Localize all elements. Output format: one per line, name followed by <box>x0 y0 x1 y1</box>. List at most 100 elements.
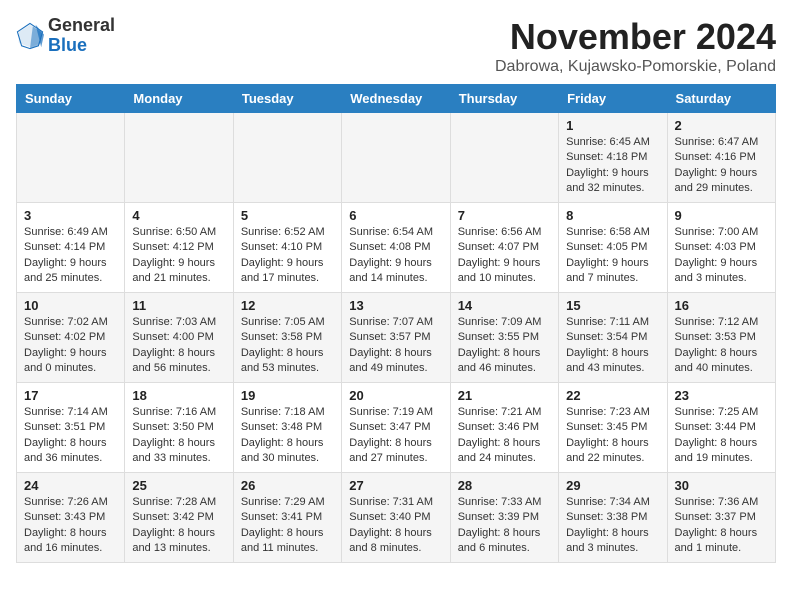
day-number: 9 <box>675 208 768 223</box>
day-info: Sunrise: 7:21 AM Sunset: 3:46 PM Dayligh… <box>458 405 551 467</box>
day-info: Sunrise: 7:00 AM Sunset: 4:03 PM Dayligh… <box>675 225 768 287</box>
calendar-cell: 18Sunrise: 7:16 AM Sunset: 3:50 PM Dayli… <box>125 383 233 473</box>
day-info: Sunrise: 7:25 AM Sunset: 3:44 PM Dayligh… <box>675 405 768 467</box>
day-number: 24 <box>24 478 117 493</box>
calendar-cell: 1 Sunrise: 6:45 AM Sunset: 4:18 PM Daylig… <box>559 113 667 203</box>
calendar-cell: 26Sunrise: 7:29 AM Sunset: 3:41 PM Dayli… <box>233 473 341 563</box>
calendar-cell: 17 Sunrise: 7:14 AM Sunset: 3:51 PM Dayli… <box>17 383 125 473</box>
day-number: 26 <box>241 478 334 493</box>
day-number: 17 <box>24 388 117 403</box>
calendar-cell: 4 Sunrise: 6:50 AM Sunset: 4:12 PM Daylig… <box>125 203 233 293</box>
calendar-cell: 30 Sunrise: 7:36 AM Sunset: 3:37 PM Dayli… <box>667 473 775 563</box>
day-info: Sunrise: 6:52 AM Sunset: 4:10 PM Dayligh… <box>241 225 334 287</box>
day-info: Sunrise: 7:16 AM Sunset: 3:50 PM Dayligh… <box>132 405 225 467</box>
day-number: 10 <box>24 298 117 313</box>
calendar-cell: 14Sunrise: 7:09 AM Sunset: 3:55 PM Dayli… <box>450 293 558 383</box>
calendar-cell: 6Sunrise: 6:54 AM Sunset: 4:08 PM Daylig… <box>342 203 450 293</box>
logo-blue: Blue <box>48 35 87 55</box>
day-number: 5 <box>241 208 334 223</box>
day-number: 8 <box>566 208 659 223</box>
day-info: Sunrise: 7:26 AM Sunset: 3:43 PM Dayligh… <box>24 495 117 557</box>
calendar-cell: 12 Sunrise: 7:05 AM Sunset: 3:58 PM Dayli… <box>233 293 341 383</box>
calendar-body: 1 Sunrise: 6:45 AM Sunset: 4:18 PM Daylig… <box>17 113 776 563</box>
logo-text: General Blue <box>48 16 115 56</box>
calendar-cell: 9 Sunrise: 7:00 AM Sunset: 4:03 PM Daylig… <box>667 203 775 293</box>
day-info: Sunrise: 7:05 AM Sunset: 3:58 PM Dayligh… <box>241 315 334 377</box>
day-info: Sunrise: 7:31 AM Sunset: 3:40 PM Dayligh… <box>349 495 442 557</box>
weekday-header-cell: Sunday <box>17 85 125 113</box>
day-number: 3 <box>24 208 117 223</box>
day-info: Sunrise: 6:49 AM Sunset: 4:14 PM Dayligh… <box>24 225 117 287</box>
day-number: 4 <box>132 208 225 223</box>
day-info: Sunrise: 7:18 AM Sunset: 3:48 PM Dayligh… <box>241 405 334 467</box>
day-info: Sunrise: 6:47 AM Sunset: 4:16 PM Dayligh… <box>675 135 768 197</box>
calendar-cell: 13Sunrise: 7:07 AM Sunset: 3:57 PM Dayli… <box>342 293 450 383</box>
day-number: 19 <box>241 388 334 403</box>
day-number: 27 <box>349 478 442 493</box>
calendar-cell <box>450 113 558 203</box>
day-number: 29 <box>566 478 659 493</box>
calendar-cell: 28 Sunrise: 7:33 AM Sunset: 3:39 PM Dayli… <box>450 473 558 563</box>
calendar-cell: 3 Sunrise: 6:49 AM Sunset: 4:14 PM Daylig… <box>17 203 125 293</box>
calendar-cell: 29 Sunrise: 7:34 AM Sunset: 3:38 PM Dayli… <box>559 473 667 563</box>
calendar-cell <box>125 113 233 203</box>
calendar-cell: 27 Sunrise: 7:31 AM Sunset: 3:40 PM Dayli… <box>342 473 450 563</box>
day-info: Sunrise: 6:45 AM Sunset: 4:18 PM Dayligh… <box>566 135 659 197</box>
calendar-cell: 21 Sunrise: 7:21 AM Sunset: 3:46 PM Dayli… <box>450 383 558 473</box>
calendar-week-row: 24 Sunrise: 7:26 AM Sunset: 3:43 PM Dayli… <box>17 473 776 563</box>
day-info: Sunrise: 7:34 AM Sunset: 3:38 PM Dayligh… <box>566 495 659 557</box>
calendar-cell: 23Sunrise: 7:25 AM Sunset: 3:44 PM Dayli… <box>667 383 775 473</box>
weekday-header-cell: Monday <box>125 85 233 113</box>
calendar-cell: 2 Sunrise: 6:47 AM Sunset: 4:16 PM Daylig… <box>667 113 775 203</box>
calendar-cell <box>233 113 341 203</box>
calendar-cell: 20 Sunrise: 7:19 AM Sunset: 3:47 PM Dayli… <box>342 383 450 473</box>
day-number: 28 <box>458 478 551 493</box>
day-number: 21 <box>458 388 551 403</box>
header-area: General Blue November 2024 Dabrowa, Kuja… <box>16 16 776 76</box>
day-number: 22 <box>566 388 659 403</box>
calendar-cell: 25Sunrise: 7:28 AM Sunset: 3:42 PM Dayli… <box>125 473 233 563</box>
day-info: Sunrise: 6:50 AM Sunset: 4:12 PM Dayligh… <box>132 225 225 287</box>
weekday-header-cell: Saturday <box>667 85 775 113</box>
day-number: 16 <box>675 298 768 313</box>
calendar-cell: 24 Sunrise: 7:26 AM Sunset: 3:43 PM Dayli… <box>17 473 125 563</box>
day-info: Sunrise: 7:14 AM Sunset: 3:51 PM Dayligh… <box>24 405 117 467</box>
day-number: 1 <box>566 118 659 133</box>
day-info: Sunrise: 7:07 AM Sunset: 3:57 PM Dayligh… <box>349 315 442 377</box>
calendar-cell: 15Sunrise: 7:11 AM Sunset: 3:54 PM Dayli… <box>559 293 667 383</box>
calendar-cell <box>17 113 125 203</box>
month-title: November 2024 <box>495 16 776 58</box>
weekday-header-row: SundayMondayTuesdayWednesdayThursdayFrid… <box>17 85 776 113</box>
weekday-header-cell: Wednesday <box>342 85 450 113</box>
day-info: Sunrise: 7:12 AM Sunset: 3:53 PM Dayligh… <box>675 315 768 377</box>
calendar-week-row: 3 Sunrise: 6:49 AM Sunset: 4:14 PM Daylig… <box>17 203 776 293</box>
day-info: Sunrise: 7:19 AM Sunset: 3:47 PM Dayligh… <box>349 405 442 467</box>
logo-general: General <box>48 15 115 35</box>
day-info: Sunrise: 7:36 AM Sunset: 3:37 PM Dayligh… <box>675 495 768 557</box>
day-number: 20 <box>349 388 442 403</box>
calendar-week-row: 17 Sunrise: 7:14 AM Sunset: 3:51 PM Dayli… <box>17 383 776 473</box>
calendar-cell: 10Sunrise: 7:02 AM Sunset: 4:02 PM Dayli… <box>17 293 125 383</box>
day-number: 7 <box>458 208 551 223</box>
logo-icon <box>16 22 44 50</box>
calendar-cell <box>342 113 450 203</box>
day-number: 11 <box>132 298 225 313</box>
location-title: Dabrowa, Kujawsko-Pomorskie, Poland <box>495 58 776 76</box>
day-info: Sunrise: 6:54 AM Sunset: 4:08 PM Dayligh… <box>349 225 442 287</box>
day-info: Sunrise: 7:33 AM Sunset: 3:39 PM Dayligh… <box>458 495 551 557</box>
calendar-week-row: 1 Sunrise: 6:45 AM Sunset: 4:18 PM Daylig… <box>17 113 776 203</box>
day-number: 2 <box>675 118 768 133</box>
calendar-cell: 8Sunrise: 6:58 AM Sunset: 4:05 PM Daylig… <box>559 203 667 293</box>
calendar-cell: 7 Sunrise: 6:56 AM Sunset: 4:07 PM Daylig… <box>450 203 558 293</box>
day-number: 30 <box>675 478 768 493</box>
calendar-cell: 19 Sunrise: 7:18 AM Sunset: 3:48 PM Dayli… <box>233 383 341 473</box>
day-number: 12 <box>241 298 334 313</box>
title-block: November 2024 Dabrowa, Kujawsko-Pomorski… <box>495 16 776 76</box>
day-number: 14 <box>458 298 551 313</box>
calendar-cell: 16 Sunrise: 7:12 AM Sunset: 3:53 PM Dayli… <box>667 293 775 383</box>
day-number: 15 <box>566 298 659 313</box>
day-info: Sunrise: 7:03 AM Sunset: 4:00 PM Dayligh… <box>132 315 225 377</box>
calendar-week-row: 10Sunrise: 7:02 AM Sunset: 4:02 PM Dayli… <box>17 293 776 383</box>
day-info: Sunrise: 6:56 AM Sunset: 4:07 PM Dayligh… <box>458 225 551 287</box>
weekday-header-cell: Tuesday <box>233 85 341 113</box>
